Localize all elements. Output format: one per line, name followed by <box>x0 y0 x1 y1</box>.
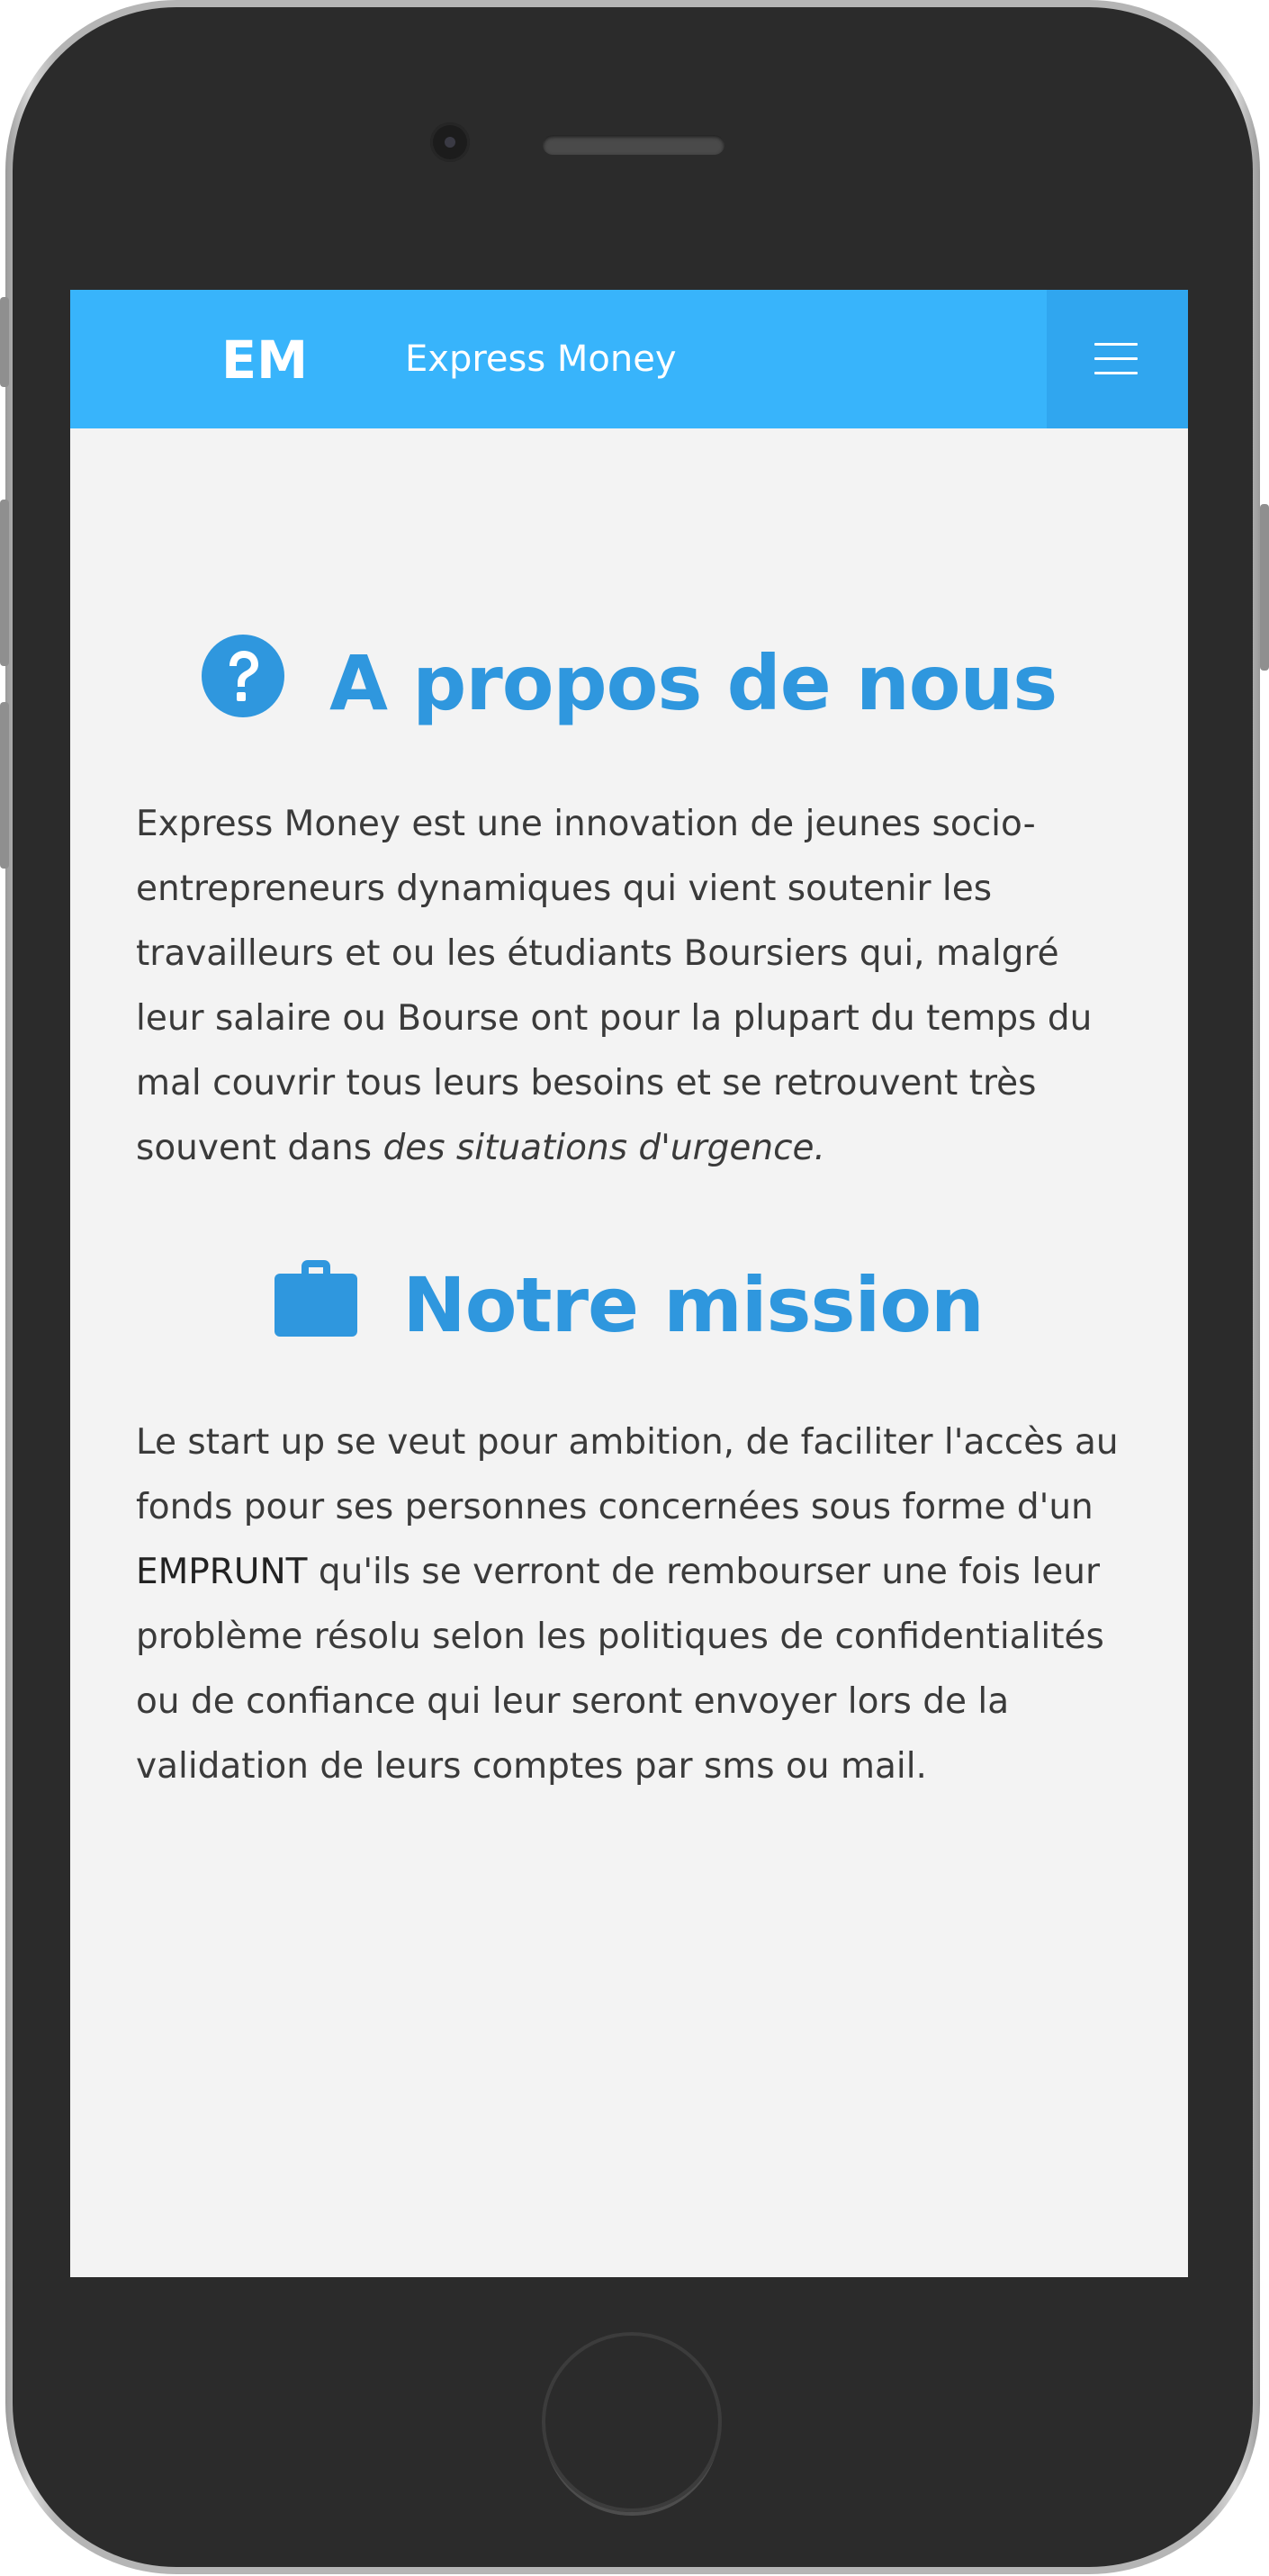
home-button[interactable] <box>542 2332 722 2512</box>
mission-paragraph: Le start up se veut pour ambition, de fa… <box>136 1410 1135 1799</box>
front-camera-icon <box>430 122 470 162</box>
question-circle-icon <box>201 635 284 718</box>
mission-paragraph-before: Le start up se veut pour ambition, de fa… <box>136 1422 1119 1527</box>
about-paragraph-main: Express Money est une innovation de jeun… <box>136 804 1093 1168</box>
about-title: A propos de nous <box>70 628 1188 733</box>
navbar: EM Express Money <box>70 290 1188 428</box>
about-paragraph-emphasis: des situations d'urgence. <box>382 1128 825 1168</box>
earpiece-speaker <box>543 135 724 155</box>
mission-title: Notre mission <box>70 1250 1188 1355</box>
power-button <box>1260 504 1269 671</box>
about-title-text: A propos de nous <box>329 639 1058 728</box>
menu-toggle-button[interactable] <box>1047 290 1188 428</box>
logo[interactable]: EM <box>221 326 311 398</box>
logo-text: EM <box>221 329 308 391</box>
about-paragraph: Express Money est une innovation de jeun… <box>136 792 1135 1181</box>
volume-down-button <box>0 702 9 869</box>
mission-paragraph-keyword: EMPRUNT <box>136 1552 308 1592</box>
brand-name[interactable]: Express Money <box>405 332 677 386</box>
volume-up-button <box>0 500 9 666</box>
briefcase-icon <box>274 1260 358 1338</box>
mission-title-text: Notre mission <box>402 1261 984 1350</box>
mute-switch <box>0 297 9 387</box>
screen: EM Express Money A propos de nous Expres… <box>70 290 1188 2277</box>
